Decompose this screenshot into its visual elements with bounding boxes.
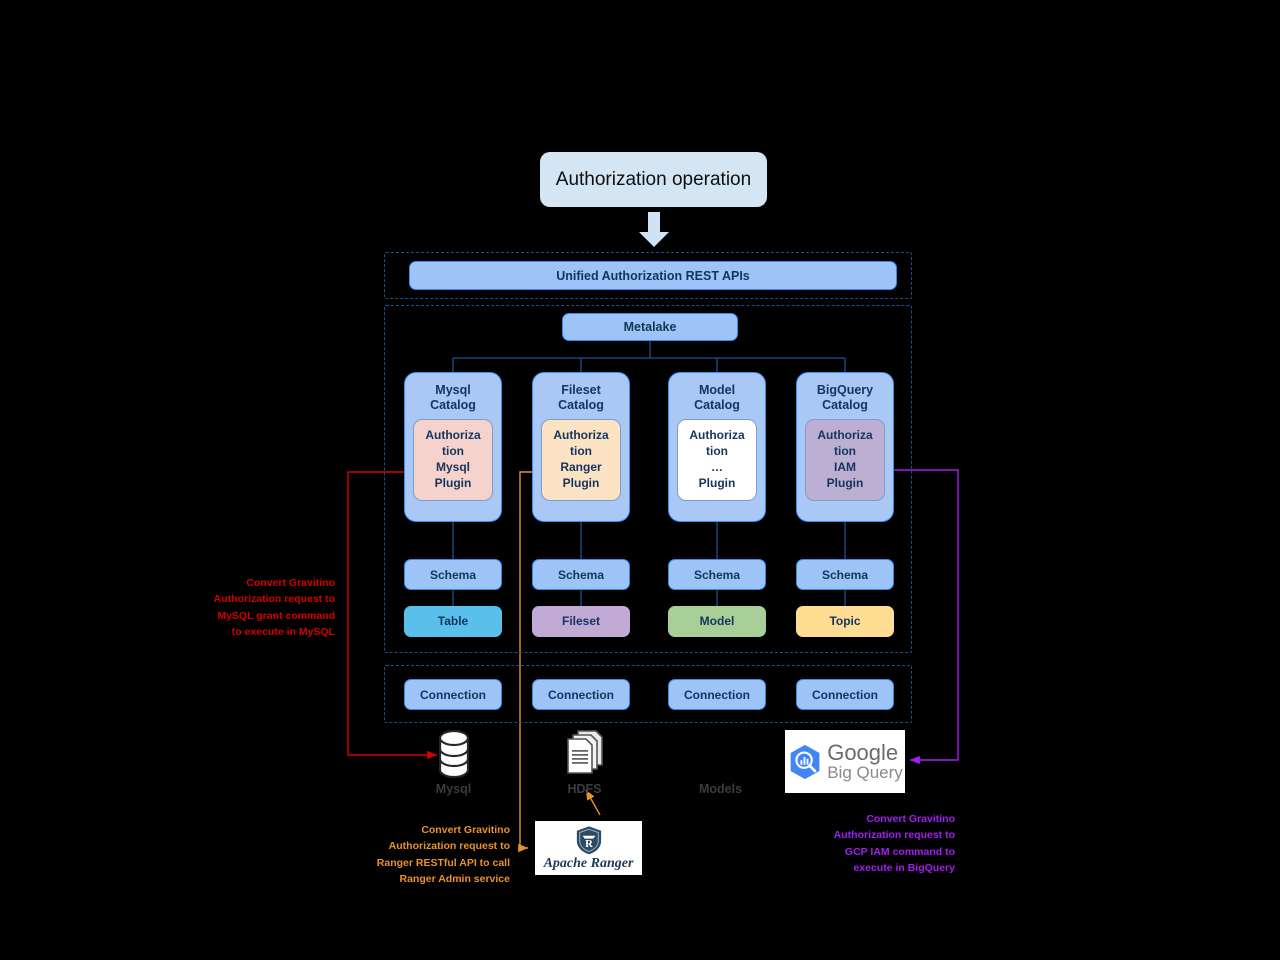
schema-node-1[interactable]: Schema bbox=[532, 559, 630, 590]
google-bigquery-hex-icon bbox=[790, 744, 820, 779]
stacked-documents-icon bbox=[566, 730, 603, 774]
catalog-title: BigQuery Catalog bbox=[816, 383, 874, 412]
catalog-card-1[interactable]: Fileset Catalog Authoriza tion Ranger Pl… bbox=[532, 372, 630, 522]
entity-node-topic[interactable]: Topic bbox=[796, 606, 894, 637]
entity-node-fileset[interactable]: Fileset bbox=[532, 606, 630, 637]
source-models: Models bbox=[692, 728, 749, 796]
schema-node-0[interactable]: Schema bbox=[404, 559, 502, 590]
svg-text:R: R bbox=[585, 838, 593, 850]
down-block-arrow-icon bbox=[639, 212, 669, 247]
connection-node-2[interactable]: Connection bbox=[668, 679, 766, 710]
catalog-title: Fileset Catalog bbox=[558, 383, 604, 412]
connection-node-1[interactable]: Connection bbox=[532, 679, 630, 710]
source-label: HDFS bbox=[567, 782, 602, 796]
apache-ranger-shield-icon: R bbox=[576, 825, 601, 854]
metalake-node[interactable]: Metalake bbox=[562, 313, 738, 341]
diagram-canvas: Authorization operation Unified Authoriz… bbox=[0, 0, 1280, 960]
catalog-title: Mysql Catalog bbox=[430, 383, 476, 412]
authorization-plugin-1[interactable]: Authoriza tion Ranger Plugin bbox=[541, 419, 621, 501]
schema-node-3[interactable]: Schema bbox=[796, 559, 894, 590]
authorization-plugin-3[interactable]: Authoriza tion IAM Plugin bbox=[805, 419, 885, 501]
connection-node-0[interactable]: Connection bbox=[404, 679, 502, 710]
database-cylinder-icon bbox=[438, 729, 469, 779]
schema-node-2[interactable]: Schema bbox=[668, 559, 766, 590]
annotation-bigquery-note: Convert Gravitino Authorization request … bbox=[833, 813, 955, 874]
source-label: Mysql bbox=[435, 782, 472, 796]
authorization-plugin-0[interactable]: Authoriza tion Mysql Plugin bbox=[413, 419, 493, 501]
google-bigquery-logo: Google Big Query bbox=[785, 730, 905, 793]
annotation-ranger-note: Convert Gravitino Authorization request … bbox=[376, 824, 510, 885]
bigquery-logo-line2: Big Query bbox=[827, 763, 903, 783]
entity-node-model[interactable]: Model bbox=[668, 606, 766, 637]
unified-authorization-rest-apis-bar[interactable]: Unified Authorization REST APIs bbox=[409, 261, 897, 290]
annotation-mysql-note: Convert Gravitino Authorization request … bbox=[213, 577, 335, 638]
catalog-card-2[interactable]: Model Catalog Authoriza tion … Plugin bbox=[668, 372, 766, 522]
entity-node-table[interactable]: Table bbox=[404, 606, 502, 637]
catalog-title: Model Catalog bbox=[694, 383, 740, 412]
apache-ranger-wordmark: Apache Ranger bbox=[543, 855, 634, 871]
bigquery-logo-line1: Google bbox=[827, 740, 899, 766]
connection-node-3[interactable]: Connection bbox=[796, 679, 894, 710]
apache-ranger-logo: R Apache Ranger bbox=[535, 821, 642, 875]
source-label: Models bbox=[698, 782, 743, 796]
authorization-plugin-2[interactable]: Authoriza tion … Plugin bbox=[677, 419, 757, 501]
authorization-operation-node: Authorization operation bbox=[540, 152, 767, 207]
source-hdfs: HDFS bbox=[556, 728, 613, 796]
catalog-card-0[interactable]: Mysql Catalog Authoriza tion Mysql Plugi… bbox=[404, 372, 502, 522]
catalog-card-3[interactable]: BigQuery Catalog Authoriza tion IAM Plug… bbox=[796, 372, 894, 522]
source-mysql: Mysql bbox=[425, 729, 482, 796]
